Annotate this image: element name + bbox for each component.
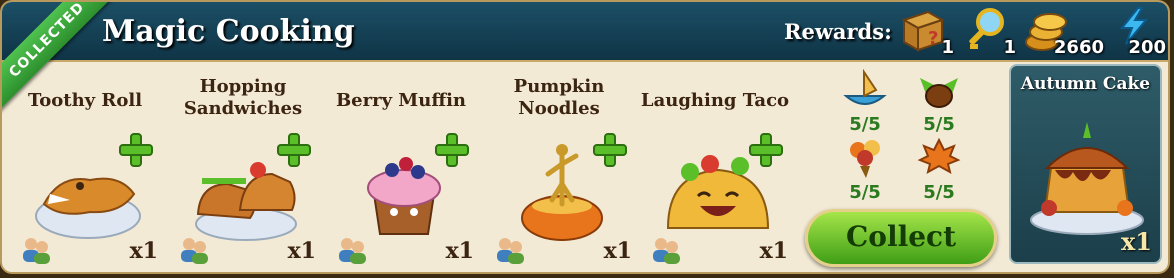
reward-coins: 2660 bbox=[1022, 6, 1104, 58]
panel-header: Magic Cooking Rewards: ? 1 1 2660 200 bbox=[2, 2, 1168, 62]
friends-icon[interactable] bbox=[336, 236, 368, 264]
friends-icon[interactable] bbox=[20, 236, 52, 264]
recipe-name: Hopping Sandwiches bbox=[183, 76, 303, 119]
maple-leaf-icon bbox=[917, 137, 961, 174]
recipe-card-toothy-roll[interactable]: Toothy Roll x1 bbox=[10, 64, 160, 272]
mystery-box-icon: ? bbox=[901, 10, 945, 52]
collect-button[interactable]: Collect bbox=[805, 209, 997, 267]
reward-count: 2660 bbox=[1053, 37, 1104, 58]
ingredient-bouquet[interactable]: 5/5 bbox=[834, 136, 896, 214]
friends-icon[interactable] bbox=[650, 236, 682, 264]
recipe-quantity: x1 bbox=[759, 238, 788, 264]
add-plus-icon[interactable] bbox=[592, 132, 628, 168]
ingredient-progress: 5/5 bbox=[849, 182, 881, 203]
recipe-card-laughing-taco[interactable]: Laughing Taco x1 bbox=[640, 64, 790, 272]
reward-mystery-box: ? 1 bbox=[898, 6, 954, 58]
friends-icon[interactable] bbox=[178, 236, 210, 264]
ingredient-leaf-boat[interactable]: 5/5 bbox=[834, 68, 896, 146]
final-reward-quantity: x1 bbox=[1120, 227, 1152, 256]
recipe-quantity: x1 bbox=[129, 238, 158, 264]
rewards-label: Rewards: bbox=[784, 19, 892, 44]
ingredient-maple-leaf[interactable]: 5/5 bbox=[908, 136, 970, 214]
add-plus-icon[interactable] bbox=[748, 132, 784, 168]
autumn-cake-icon bbox=[1030, 122, 1144, 235]
ingredient-progress: 5/5 bbox=[923, 182, 955, 203]
add-plus-icon[interactable] bbox=[276, 132, 312, 168]
final-reward-autumn-cake: Autumn Cake x1 bbox=[1009, 64, 1162, 264]
ingredient-progress: 5/5 bbox=[923, 114, 955, 135]
autumn-leaf-boat-icon bbox=[843, 68, 887, 105]
final-reward-name: Autumn Cake bbox=[1020, 74, 1151, 94]
svg-text:?: ? bbox=[928, 28, 938, 49]
recipe-name: Toothy Roll bbox=[27, 90, 143, 111]
magnifier-key-icon bbox=[969, 8, 1004, 49]
add-plus-icon[interactable] bbox=[118, 132, 154, 168]
recipe-card-pumpkin-noodles[interactable]: Pumpkin Noodles x1 bbox=[484, 64, 634, 272]
recipe-name: Berry Muffin bbox=[335, 90, 467, 111]
reward-magnifier-key: 1 bbox=[964, 6, 1016, 58]
recipe-quantity: x1 bbox=[287, 238, 316, 264]
panel-title: Magic Cooking bbox=[102, 14, 355, 49]
autumn-bouquet-icon bbox=[850, 140, 880, 178]
reward-count: 200 bbox=[1128, 37, 1166, 58]
recipe-card-hopping-sandwiches[interactable]: Hopping Sandwiches x1 bbox=[168, 64, 318, 272]
ingredient-chestnut[interactable]: 5/5 bbox=[908, 68, 970, 146]
reward-energy: 200 bbox=[1114, 6, 1166, 58]
recipe-quantity: x1 bbox=[445, 238, 474, 264]
chestnut-icon bbox=[920, 78, 958, 108]
recipe-name: Laughing Taco bbox=[640, 90, 790, 111]
recipe-quantity: x1 bbox=[603, 238, 632, 264]
recipe-name: Pumpkin Noodles bbox=[513, 76, 605, 119]
add-plus-icon[interactable] bbox=[434, 132, 470, 168]
reward-count: 1 bbox=[1003, 37, 1016, 58]
friends-icon[interactable] bbox=[494, 236, 526, 264]
magic-cooking-panel: Magic Cooking Rewards: ? 1 1 2660 200 CO… bbox=[0, 0, 1170, 274]
reward-count: 1 bbox=[941, 37, 954, 58]
recipe-card-berry-muffin[interactable]: Berry Muffin x1 bbox=[326, 64, 476, 272]
ingredient-progress: 5/5 bbox=[849, 114, 881, 135]
